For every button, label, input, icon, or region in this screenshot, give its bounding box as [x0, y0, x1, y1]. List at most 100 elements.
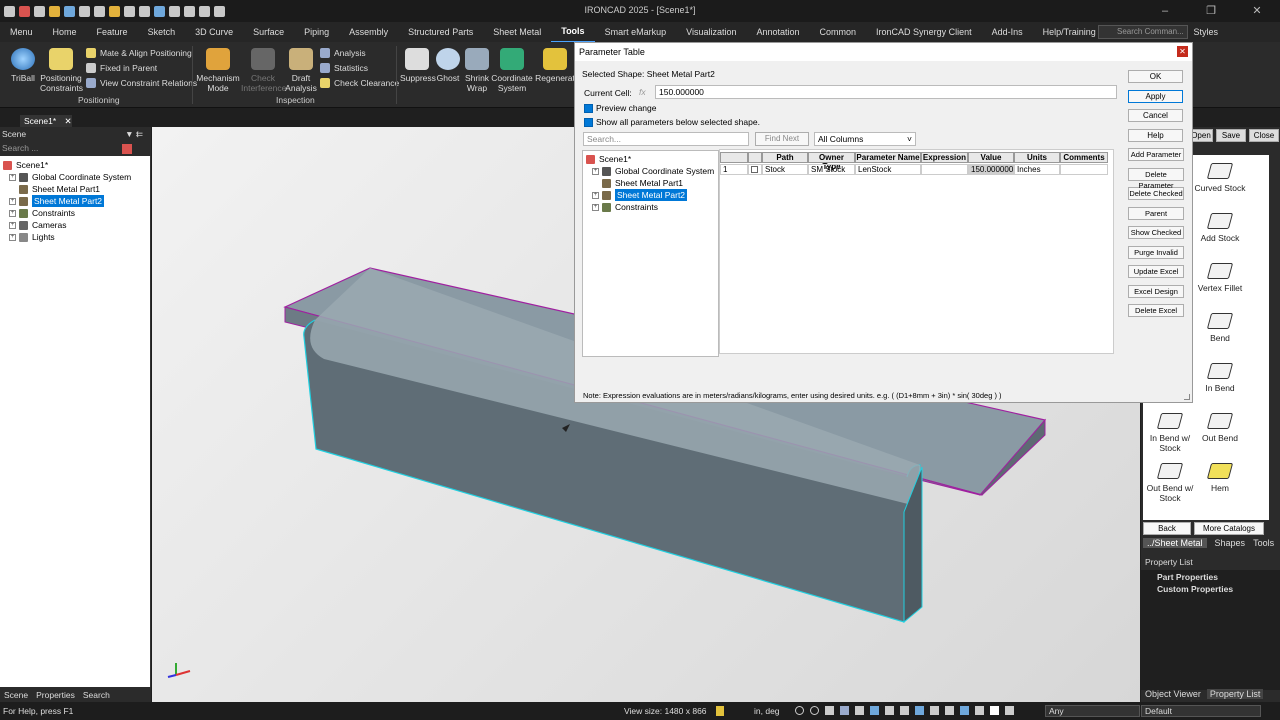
- delete-excel-button[interactable]: Delete Excel: [1128, 304, 1184, 317]
- delete-checked-button[interactable]: Delete Checked: [1128, 187, 1184, 200]
- expand-icon[interactable]: +: [9, 233, 16, 241]
- dialog-tree-item[interactable]: + Global Coordinate System: [586, 165, 718, 177]
- expand-icon[interactable]: +: [592, 191, 599, 199]
- view-icon[interactable]: [900, 706, 909, 715]
- tab-sheet-metal[interactable]: ../Sheet Metal: [1143, 537, 1207, 548]
- filter-select[interactable]: Any: [1045, 705, 1140, 717]
- mechanism-mode-button[interactable]: Mechanism Mode: [196, 48, 240, 93]
- catalog-item[interactable]: Vertex Fillet: [1190, 263, 1250, 293]
- expand-icon[interactable]: +: [9, 209, 16, 217]
- row-checkbox[interactable]: [748, 164, 762, 175]
- pin-icon[interactable]: ▼ ⇇: [125, 127, 143, 141]
- check-interference-button[interactable]: Check Interference: [241, 48, 286, 93]
- clear-search-icon[interactable]: [122, 144, 132, 154]
- parameter-search-input[interactable]: Search...: [583, 132, 749, 146]
- catalog-item[interactable]: In Bend: [1190, 363, 1250, 393]
- cell-comments[interactable]: [1060, 164, 1108, 175]
- close-catalog-button[interactable]: Close: [1249, 129, 1279, 142]
- tab-properties[interactable]: Properties: [36, 690, 75, 700]
- close-icon[interactable]: ✕: [1234, 0, 1280, 22]
- add-parameter-button[interactable]: Add Parameter: [1128, 148, 1184, 161]
- apply-button[interactable]: Apply: [1128, 89, 1183, 103]
- menu-sheet-metal[interactable]: Sheet Metal: [483, 22, 551, 42]
- menu-smart-emarkup[interactable]: Smart eMarkup: [595, 22, 677, 42]
- close-icon[interactable]: ✕: [1177, 46, 1188, 57]
- display-mode-icon[interactable]: [870, 706, 879, 715]
- menu-sketch[interactable]: Sketch: [138, 22, 186, 42]
- shrink-wrap-button[interactable]: Shrink Wrap: [463, 48, 491, 93]
- tab-shapes[interactable]: Shapes: [1215, 538, 1246, 548]
- cell-path[interactable]: Stock: [762, 164, 808, 175]
- menu-common[interactable]: Common: [810, 22, 867, 42]
- help-button[interactable]: Help: [1128, 128, 1183, 142]
- menu-visualization[interactable]: Visualization: [676, 22, 746, 42]
- tree-item[interactable]: + Cameras: [3, 219, 149, 231]
- regenerate-button[interactable]: Regenerat: [535, 48, 575, 83]
- menu-feature[interactable]: Feature: [87, 22, 138, 42]
- cell-value[interactable]: 150.000000: [968, 164, 1014, 175]
- resize-grip-icon[interactable]: [1184, 394, 1190, 400]
- pan-icon[interactable]: [855, 706, 864, 715]
- light-icon[interactable]: [930, 706, 939, 715]
- fixed-parent-button[interactable]: Fixed in Parent: [86, 63, 157, 73]
- catalog-item[interactable]: Curved Stock: [1190, 163, 1250, 193]
- section-icon[interactable]: [960, 706, 969, 715]
- ghost-button[interactable]: Ghost: [434, 48, 462, 83]
- camera-icon[interactable]: [885, 706, 894, 715]
- column-header[interactable]: Units: [1014, 152, 1060, 163]
- catalog-item[interactable]: Out Bend: [1190, 413, 1250, 443]
- catalog-item[interactable]: Bend: [1190, 313, 1250, 343]
- catalog-item[interactable]: Add Stock: [1190, 213, 1250, 243]
- styles-menu[interactable]: Styles: [1193, 27, 1218, 37]
- search-commands-input[interactable]: Search Comman...: [1098, 25, 1188, 39]
- minimize-icon[interactable]: –: [1142, 0, 1188, 22]
- expand-icon[interactable]: +: [592, 203, 599, 211]
- columns-select[interactable]: All Columns ˅: [814, 132, 916, 146]
- column-header[interactable]: Comments: [1060, 152, 1108, 163]
- close-icon[interactable]: ✕: [65, 116, 72, 126]
- dialog-tree-item[interactable]: Scene1*: [586, 153, 718, 165]
- mate-align-button[interactable]: Mate & Align Positioning: [86, 48, 192, 58]
- triball-button[interactable]: TriBall: [6, 48, 40, 83]
- cell-owner[interactable]: SM Stock: [808, 164, 855, 175]
- suppress-button[interactable]: Suppress: [400, 48, 436, 83]
- back-button[interactable]: Back: [1143, 522, 1191, 535]
- orbit-icon[interactable]: [840, 706, 849, 715]
- analysis-button[interactable]: Analysis: [320, 48, 366, 58]
- dialog-tree-item[interactable]: Sheet Metal Part1: [586, 177, 718, 189]
- tree-item[interactable]: Sheet Metal Part1: [3, 183, 149, 195]
- show-checked-button[interactable]: Show Checked: [1128, 226, 1184, 239]
- column-header[interactable]: Parameter Name: [855, 152, 921, 163]
- more-catalogs-button[interactable]: More Catalogs: [1194, 522, 1264, 535]
- save-catalog-button[interactable]: Save: [1216, 129, 1246, 142]
- menu-tools[interactable]: Tools: [551, 21, 595, 43]
- tree-item[interactable]: Scene1*: [3, 159, 149, 171]
- menu-annotation[interactable]: Annotation: [746, 22, 809, 42]
- pick-icon[interactable]: [1005, 706, 1014, 715]
- tab-property-list[interactable]: Property List: [1206, 689, 1264, 699]
- tab-scene[interactable]: Scene: [4, 690, 28, 700]
- units-readout[interactable]: in, deg: [754, 702, 780, 720]
- document-tab[interactable]: Scene1* ✕: [20, 115, 72, 127]
- tree-item[interactable]: + Constraints: [3, 207, 149, 219]
- dialog-tree-item[interactable]: + Constraints: [586, 201, 718, 213]
- menu-ironcad-synergy-client[interactable]: IronCAD Synergy Client: [866, 22, 982, 42]
- tree-item[interactable]: + Lights: [3, 231, 149, 243]
- purge-invalid-button[interactable]: Purge Invalid: [1128, 245, 1184, 259]
- dialog-tree-item[interactable]: + Sheet Metal Part2: [586, 189, 718, 201]
- menu-surface[interactable]: Surface: [243, 22, 294, 42]
- custom-properties-item[interactable]: Custom Properties: [1141, 582, 1280, 594]
- parent-button[interactable]: Parent: [1128, 206, 1184, 220]
- tab-tools[interactable]: Tools: [1253, 538, 1274, 548]
- positioning-constraints-button[interactable]: Positioning Constraints: [40, 48, 83, 93]
- menu-structured-parts[interactable]: Structured Parts: [398, 22, 483, 42]
- shade-icon[interactable]: [915, 706, 924, 715]
- expand-icon[interactable]: +: [592, 167, 599, 175]
- tab-object-viewer[interactable]: Object Viewer: [1145, 689, 1201, 699]
- part-properties-item[interactable]: Part Properties: [1141, 570, 1280, 582]
- tab-search[interactable]: Search: [83, 690, 110, 700]
- cell-name[interactable]: LenStock: [855, 164, 921, 175]
- view-constraints-button[interactable]: View Constraint Relations: [86, 78, 197, 88]
- current-cell-input[interactable]: 150.000000: [655, 85, 1117, 99]
- zoom-icon[interactable]: [795, 706, 804, 715]
